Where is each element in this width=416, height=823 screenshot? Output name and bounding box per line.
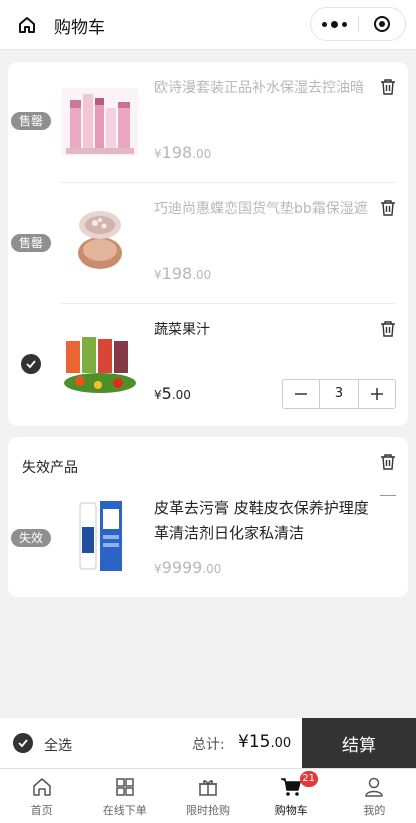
cart-card: 售罄 欧诗漫套装正品补水保湿去控油暗 ¥198.00 售罄 巧迪尚惠蝶恋国货气垫… <box>8 62 408 426</box>
tab-label: 购物车 <box>274 804 308 817</box>
cart-item: 售罄 欧诗漫套装正品补水保湿去控油暗 ¥198.00 <box>8 62 408 182</box>
total-label: 总计: <box>192 737 225 753</box>
nav-header: 购物车 <box>0 0 416 50</box>
grid-icon <box>116 778 134 796</box>
check-icon <box>26 360 36 369</box>
more-button[interactable] <box>311 8 358 40</box>
trash-icon[interactable] <box>380 199 396 217</box>
quantity-value[interactable]: 3 <box>319 380 359 408</box>
cart-item: 售罄 巧迪尚惠蝶恋国货气垫bb霜保湿遮 ¥198.00 <box>8 183 408 303</box>
page-title: 购物车 <box>54 18 105 38</box>
home-button[interactable] <box>10 8 44 42</box>
checkout-button[interactable]: 结算 <box>302 718 416 768</box>
item-checkbox[interactable] <box>21 354 41 374</box>
dot-icon <box>322 21 327 27</box>
product-name[interactable]: 皮革去污膏 皮鞋皮衣保养护理度 革清洁剂日化家私清洁 <box>154 496 400 546</box>
user-icon <box>365 777 384 797</box>
cushion-compact-image <box>78 211 122 269</box>
increase-button[interactable] <box>359 380 395 408</box>
product-image[interactable] <box>60 497 140 577</box>
section-title: 失效产品 <box>22 460 78 476</box>
strike-mark <box>380 495 396 496</box>
sold-out-badge: 售罄 <box>11 112 51 130</box>
dot-icon <box>331 20 338 28</box>
select-all-label[interactable]: 全选 <box>44 735 72 755</box>
tab-cart[interactable]: 购物车 21 <box>250 769 333 823</box>
trash-icon[interactable] <box>380 320 396 338</box>
select-all-checkbox[interactable] <box>13 733 33 753</box>
bottom-tab-bar: 首页 在线下单 限时抢购 购物车 21 我的 <box>0 768 416 823</box>
tab-flash-sale[interactable]: 限时抢购 <box>166 769 249 823</box>
tab-label: 我的 <box>363 804 386 817</box>
product-price: ¥198.00 <box>154 264 212 283</box>
check-icon <box>18 739 28 748</box>
sold-out-badge: 售罄 <box>11 234 51 252</box>
vegetable-juice-image <box>64 337 136 393</box>
product-price: ¥5.00 <box>154 384 191 403</box>
tab-label: 首页 <box>30 804 53 817</box>
gift-icon <box>199 780 217 796</box>
quantity-stepper: 3 <box>282 379 396 409</box>
cart-icon <box>281 778 301 796</box>
tab-mine[interactable]: 我的 <box>333 769 416 823</box>
cart-count-badge: 21 <box>299 771 318 787</box>
invalid-products-card: 失效产品 失效 皮革去污膏 皮鞋皮衣保养护理度 革清洁剂日化家私清洁 ¥9999… <box>8 437 408 597</box>
total-amount: ¥15.00 <box>238 732 292 752</box>
decrease-button[interactable] <box>283 380 319 408</box>
product-price: ¥198.00 <box>154 143 212 162</box>
product-image[interactable] <box>60 80 140 160</box>
product-name[interactable]: 巧迪尚惠蝶恋国货气垫bb霜保湿遮 <box>154 198 376 218</box>
product-image[interactable] <box>60 324 140 404</box>
home-icon <box>19 17 35 33</box>
cream-tube-image <box>79 501 122 571</box>
trash-icon[interactable] <box>380 453 396 471</box>
tab-online-order[interactable]: 在线下单 <box>83 769 166 823</box>
cosmetics-set-image <box>62 88 138 156</box>
tab-label: 在线下单 <box>102 804 147 817</box>
target-icon <box>373 16 390 32</box>
product-name[interactable]: 欧诗漫套装正品补水保湿去控油暗 <box>154 77 376 97</box>
home-icon <box>32 778 51 796</box>
tab-home[interactable]: 首页 <box>0 769 83 823</box>
dot-icon <box>342 21 347 27</box>
close-mini-program-button[interactable] <box>358 8 405 40</box>
cart-item: 蔬菜果汁 ¥5.00 3 <box>8 304 408 424</box>
invalid-badge: 失效 <box>11 529 51 547</box>
trash-icon[interactable] <box>380 78 396 96</box>
mini-program-capsule <box>310 7 406 41</box>
plus-icon <box>371 388 383 400</box>
tab-label: 限时抢购 <box>186 804 230 817</box>
checkout-bar: 全选 总计: ¥15.00 结算 <box>0 718 416 768</box>
minus-icon <box>295 393 307 395</box>
product-price: ¥9999.00 <box>154 558 222 577</box>
product-name[interactable]: 蔬菜果汁 <box>154 319 376 339</box>
product-image[interactable] <box>60 201 140 281</box>
